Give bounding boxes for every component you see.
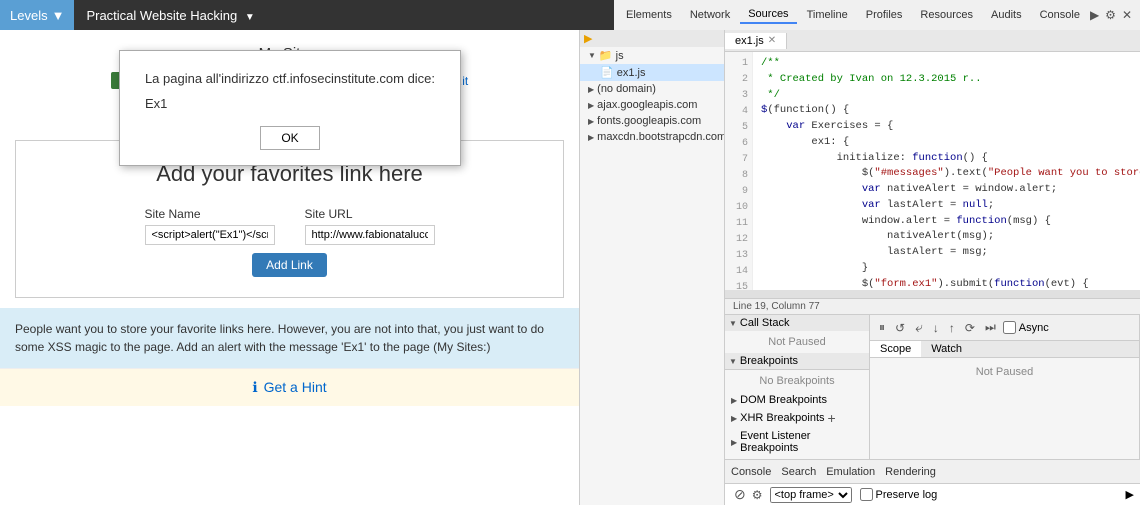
folder-down-icon: ▼ bbox=[588, 51, 596, 60]
levels-label: Levels bbox=[10, 8, 48, 23]
gear-icon[interactable]: ⚙ bbox=[1105, 8, 1116, 22]
preserve-log-checkbox[interactable] bbox=[860, 488, 873, 501]
bp-triangle: ▼ bbox=[729, 357, 737, 366]
dialog-value: Ex1 bbox=[145, 96, 435, 111]
emulation-tab[interactable]: Emulation bbox=[826, 466, 875, 478]
clear-console-btn[interactable]: ⊘ bbox=[731, 485, 749, 504]
tab-timeline[interactable]: Timeline bbox=[799, 7, 856, 23]
horizontal-scrollbar[interactable] bbox=[725, 290, 1140, 298]
file-tree-maxcdn[interactable]: ▶ maxcdn.bootstrapcdn.com bbox=[580, 129, 724, 145]
file-tree-fonts[interactable]: ▶ fonts.googleapis.com bbox=[580, 113, 724, 129]
folder-right-icon: ▶ bbox=[588, 85, 594, 94]
step-into-btn[interactable]: ↓ bbox=[930, 320, 942, 336]
terminal-icon[interactable]: ▶ bbox=[1090, 8, 1099, 22]
breakpoints-label: Breakpoints bbox=[740, 355, 798, 367]
breakpoints-header[interactable]: ▼ Breakpoints bbox=[725, 353, 869, 370]
search-tab[interactable]: Search bbox=[781, 466, 816, 478]
code-text: /** * Created by Ivan on 12.3.2015 r.. *… bbox=[753, 52, 1140, 290]
dom-bp-triangle: ▶ bbox=[731, 396, 737, 405]
file-tree: ▶ ▼ 📁 js 📄 ex1.js ▶ (no domain) ▶ aj bbox=[580, 30, 725, 505]
status-line: Line 19, Column 77 bbox=[725, 298, 1140, 314]
preserve-log-label: Preserve log bbox=[860, 488, 938, 501]
folder-right-icon-3: ▶ bbox=[588, 117, 594, 126]
dom-bp-label: DOM Breakpoints bbox=[740, 394, 827, 406]
file-tree-js-folder[interactable]: ▼ 📁 js bbox=[580, 47, 724, 64]
event-triangle: ▶ bbox=[731, 438, 737, 447]
left-panel: My Sites: <script>alert("Ex1")</script> … bbox=[0, 30, 580, 505]
pause-btn[interactable]: ⏸ bbox=[876, 319, 888, 336]
left-bottom-panel: ▼ Breakpoints Call Stack Not Paused ▼ Br… bbox=[725, 315, 870, 459]
devtools-toolbar-icons: ▶ ⚙ ✕ bbox=[1090, 8, 1136, 22]
async-label: Async bbox=[1003, 321, 1049, 334]
devtools-tabs: Elements Network Sources Timeline Profil… bbox=[614, 0, 1140, 30]
levels-button[interactable]: Levels ▼ bbox=[0, 0, 74, 30]
top-nav: Levels ▼ Practical Website Hacking ▼ Ele… bbox=[0, 0, 1140, 30]
folder-header-icon: ▶ bbox=[584, 32, 592, 45]
tab-profiles[interactable]: Profiles bbox=[858, 7, 911, 23]
code-panel: ex1.js ✕ 12345 678910 1112131415 1617181… bbox=[725, 30, 1140, 505]
step-over-btn[interactable]: ⤶ bbox=[912, 318, 926, 337]
close-icon[interactable]: ✕ bbox=[1122, 8, 1132, 22]
frame-selector[interactable]: <top frame> bbox=[770, 487, 852, 503]
levels-chevron: ▼ bbox=[52, 8, 65, 23]
watch-tab[interactable]: Watch bbox=[921, 341, 972, 357]
line-numbers: 12345 678910 1112131415 1617181920 21222… bbox=[725, 52, 753, 290]
console-input-row: ⊘ ⚙ <top frame> Preserve log ▶ bbox=[725, 483, 1140, 505]
folder-right-icon-4: ▶ bbox=[588, 133, 594, 142]
console-tab[interactable]: Console bbox=[731, 466, 771, 478]
resume-btn[interactable]: ↺ bbox=[892, 320, 908, 336]
dialog-ok-button[interactable]: OK bbox=[260, 126, 319, 150]
filter-console-btn[interactable]: ⚙ bbox=[749, 487, 766, 503]
expand-console-btn[interactable]: ▶ bbox=[1126, 488, 1134, 501]
rendering-tab[interactable]: Rendering bbox=[885, 466, 936, 478]
folder-icon: 📁 bbox=[599, 49, 613, 62]
triangle-icon: ▼ bbox=[729, 319, 737, 328]
file-icon: 📄 bbox=[600, 66, 614, 79]
xhr-bp-label: XHR Breakpoints bbox=[740, 412, 824, 424]
scope-watch-tabs: Scope Watch bbox=[870, 341, 1139, 358]
call-stack-header[interactable]: ▼ Breakpoints Call Stack bbox=[725, 315, 869, 331]
tab-sources[interactable]: Sources bbox=[740, 6, 796, 24]
file-tree-ex1js[interactable]: 📄 ex1.js bbox=[580, 64, 724, 81]
nav-title: Practical Website Hacking ▼ bbox=[74, 8, 266, 23]
close-tab-icon[interactable]: ✕ bbox=[768, 35, 776, 46]
event-listener-item[interactable]: ▶ Event Listener Breakpoints bbox=[725, 428, 869, 456]
code-tab-ex1js[interactable]: ex1.js ✕ bbox=[725, 33, 787, 49]
xhr-breakpoints-item[interactable]: ▶ XHR Breakpoints + bbox=[725, 408, 869, 428]
dialog-box: La pagina all'indirizzo ctf.infosecinsti… bbox=[119, 50, 461, 166]
main-layout: My Sites: <script>alert("Ex1")</script> … bbox=[0, 30, 1140, 505]
tab-console[interactable]: Console bbox=[1032, 7, 1088, 23]
file-tree-header: ▶ bbox=[580, 30, 724, 47]
tab-audits[interactable]: Audits bbox=[983, 7, 1030, 23]
status-text: Line 19, Column 77 bbox=[733, 301, 820, 312]
add-xhr-btn[interactable]: + bbox=[828, 410, 836, 426]
debug-toolbar: ⏸ ↺ ⤶ ↓ ↑ ⟳ ⏭ Async bbox=[870, 315, 1139, 341]
tab-network[interactable]: Network bbox=[682, 7, 738, 23]
file-tree-ajax[interactable]: ▶ ajax.googleapis.com bbox=[580, 97, 724, 113]
event-bp-label: Event Listener Breakpoints bbox=[740, 430, 863, 454]
tab-elements[interactable]: Elements bbox=[618, 7, 680, 23]
dom-breakpoints-item[interactable]: ▶ DOM Breakpoints bbox=[725, 392, 869, 408]
step-out-btn[interactable]: ↑ bbox=[946, 320, 958, 336]
async-toggle[interactable]: ⏭ bbox=[982, 319, 999, 336]
devtools-body: ▶ ▼ 📁 js 📄 ex1.js ▶ (no domain) ▶ aj bbox=[580, 30, 1140, 505]
folder-right-icon-2: ▶ bbox=[588, 101, 594, 110]
xhr-bp-triangle: ▶ bbox=[731, 414, 737, 423]
not-paused-label: Not Paused bbox=[725, 331, 869, 353]
deactivate-btn[interactable]: ⟳ bbox=[962, 320, 978, 336]
right-panel: ▶ ▼ 📁 js 📄 ex1.js ▶ (no domain) ▶ aj bbox=[580, 30, 1140, 505]
dialog-message: La pagina all'indirizzo ctf.infosecinsti… bbox=[145, 71, 435, 86]
file-tree-nodomain[interactable]: ▶ (no domain) bbox=[580, 81, 724, 97]
code-content: 12345 678910 1112131415 1617181920 21222… bbox=[725, 52, 1140, 290]
console-bar: Console Search Emulation Rendering bbox=[725, 459, 1140, 483]
async-checkbox[interactable] bbox=[1003, 321, 1016, 334]
bottom-panels: ▼ Breakpoints Call Stack Not Paused ▼ Br… bbox=[725, 314, 1140, 459]
tab-resources[interactable]: Resources bbox=[912, 7, 981, 23]
not-paused-right: Not Paused bbox=[870, 358, 1139, 386]
dialog-overlay: La pagina all'indirizzo ctf.infosecinsti… bbox=[0, 30, 580, 505]
scope-tab[interactable]: Scope bbox=[870, 341, 921, 357]
code-tabs: ex1.js ✕ bbox=[725, 30, 1140, 52]
no-breakpoints-label: No Breakpoints bbox=[725, 370, 869, 392]
scope-panel: ⏸ ↺ ⤶ ↓ ↑ ⟳ ⏭ Async bbox=[870, 315, 1140, 459]
